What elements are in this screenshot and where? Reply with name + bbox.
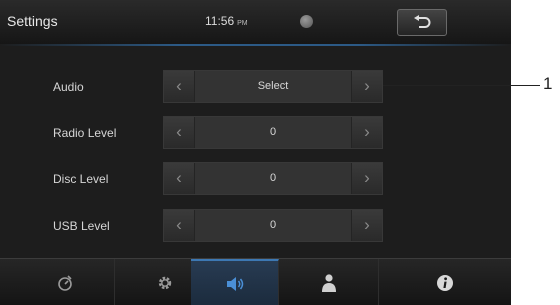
row-label: Radio Level [53,126,117,140]
disc-level-value: 0 [195,163,351,194]
radio-level-selector: ‹ 0 › [163,116,383,149]
usb-level-value: 0 [195,210,351,241]
nav-profile-button[interactable] [279,259,379,305]
settings-screen: Settings 11:56 PM Audio ‹ Select › Radio … [0,0,511,305]
callout-leader-line [383,85,540,86]
settings-row-radio-level: Radio Level ‹ 0 › [0,115,511,151]
disc-level-selector: ‹ 0 › [163,162,383,195]
clock: 11:56 PM [205,14,248,28]
usb-level-selector: ‹ 0 › [163,209,383,242]
usb-level-decrease-button[interactable]: ‹ [164,210,195,241]
audio-next-button[interactable]: › [351,71,382,102]
speaker-icon [226,276,243,291]
timer-icon [57,274,72,291]
settings-row-usb-level: USB Level ‹ 0 › [0,208,511,244]
disc-level-increase-button[interactable]: › [351,163,382,194]
nav-audio-button[interactable] [191,259,279,305]
disc-level-decrease-button[interactable]: ‹ [164,163,195,194]
clock-ampm: PM [237,20,248,27]
radio-level-value: 0 [195,117,351,148]
header-bar: Settings 11:56 PM [0,0,511,45]
settings-row-disc-level: Disc Level ‹ 0 › [0,161,511,197]
radio-level-decrease-button[interactable]: ‹ [164,117,195,148]
clock-time: 11:56 [205,14,235,28]
page-title: Settings [7,13,58,29]
back-arrow-icon [414,14,431,28]
usb-level-increase-button[interactable]: › [351,210,382,241]
audio-selector: ‹ Select › [163,70,383,103]
row-label: USB Level [53,219,110,233]
person-icon [321,273,336,292]
audio-prev-button[interactable]: ‹ [164,71,195,102]
gear-icon [158,276,171,289]
info-icon [437,274,453,291]
header-divider [0,44,511,46]
settings-row-audio: Audio ‹ Select › [0,69,511,105]
back-button[interactable] [397,9,447,36]
callout-number: 1 [543,74,553,93]
status-indicator-icon [300,15,313,28]
nav-info-button[interactable] [379,259,511,305]
row-label: Disc Level [53,172,109,186]
radio-level-increase-button[interactable]: › [351,117,382,148]
bottom-nav-bar [0,258,511,305]
row-label: Audio [53,80,84,94]
audio-value: Select [195,71,351,102]
nav-timer-button[interactable] [15,259,115,305]
